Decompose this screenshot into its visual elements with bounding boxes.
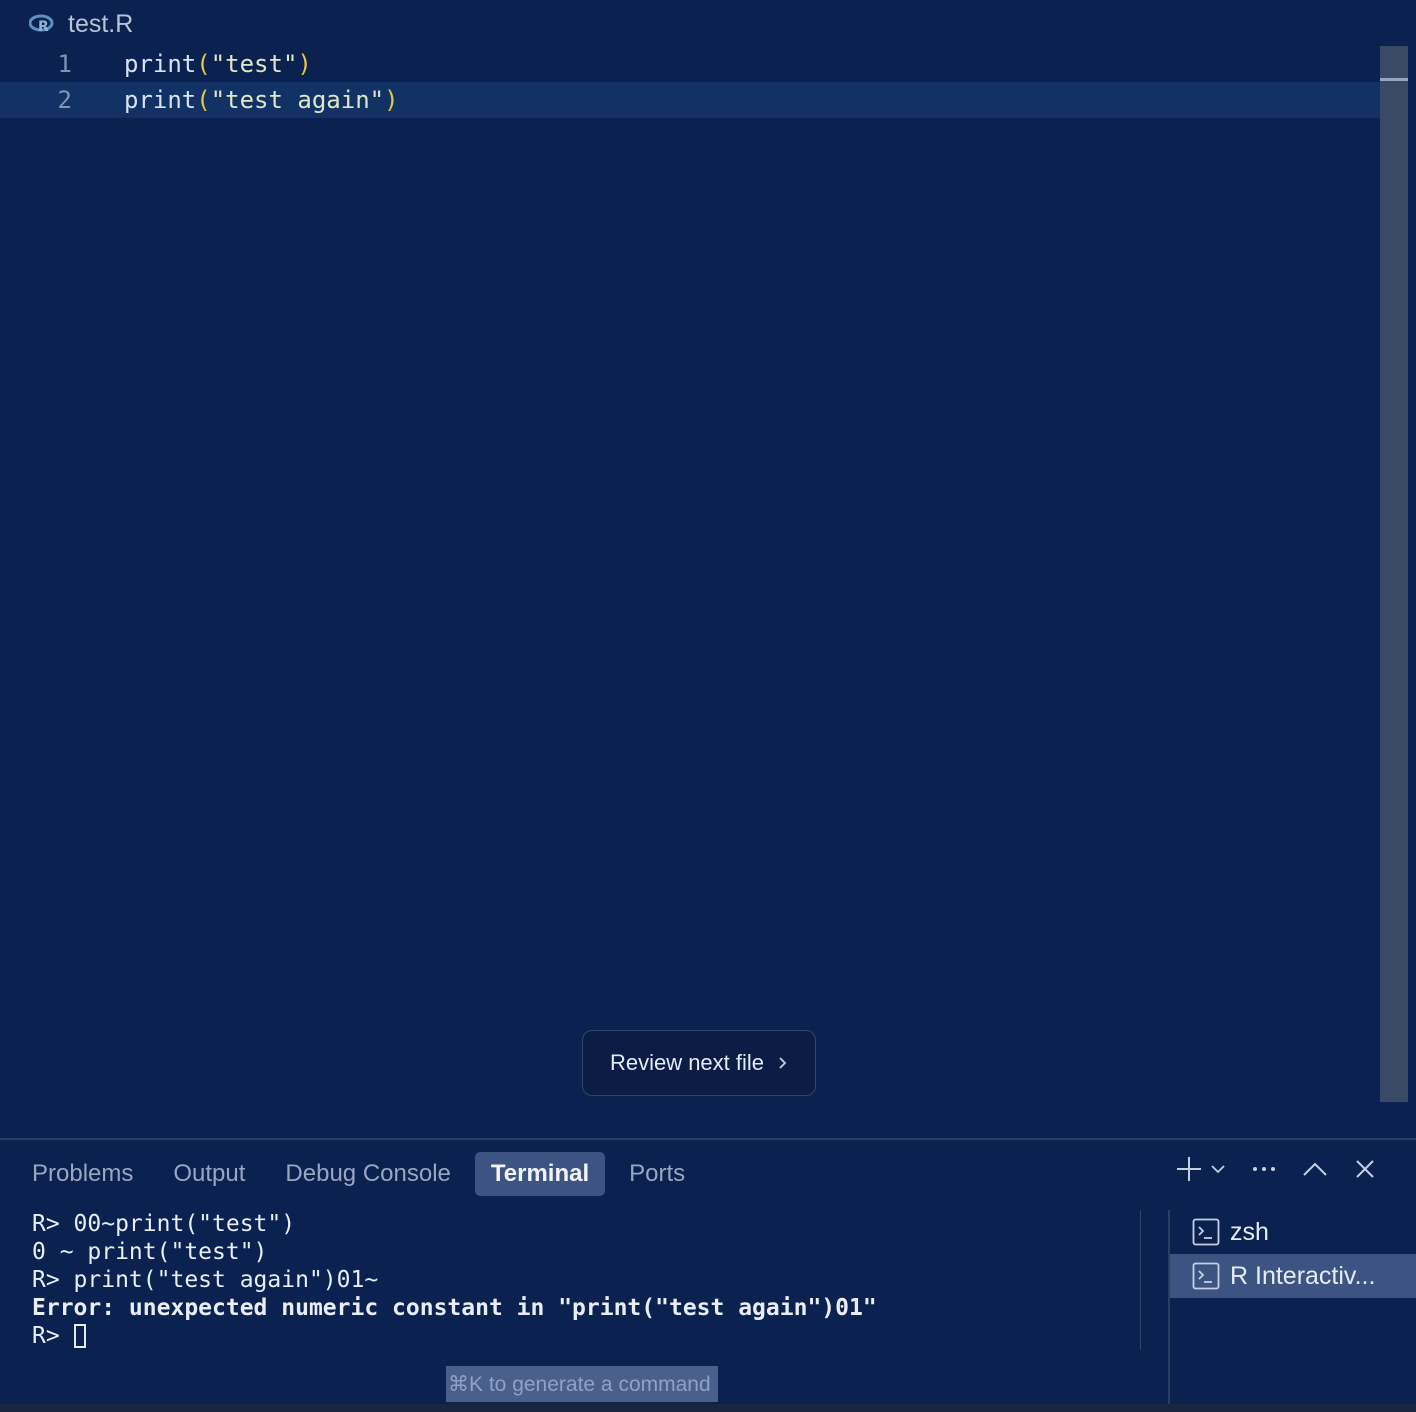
terminal-instance-zsh[interactable]: zsh: [1170, 1210, 1416, 1254]
terminal-instance-label: R Interactiv...: [1230, 1261, 1376, 1290]
maximize-panel-icon[interactable]: [1302, 1161, 1328, 1177]
tab-debug-console[interactable]: Debug Console: [265, 1152, 470, 1196]
line-number: 1: [57, 50, 72, 78]
string-literal: "test": [210, 50, 298, 78]
line-number: 2: [57, 86, 72, 114]
panel-tab-bar: Problems Output Debug Console Terminal P…: [0, 1152, 705, 1196]
editor-window: R test.R 1 print("test") 2 print("test a…: [0, 0, 1416, 1412]
chevron-down-icon[interactable]: [1210, 1163, 1226, 1175]
r-language-icon: R: [28, 13, 56, 35]
terminal-cursor: [73, 1324, 86, 1348]
terminal-line: R> 00~print("test"): [32, 1211, 296, 1237]
terminal-instance-list: zsh R Interactiv...: [1168, 1210, 1416, 1412]
terminal-icon: [1192, 1218, 1220, 1246]
scrollbar-cursor-marker: [1380, 78, 1408, 81]
terminal-instance-r-interactive[interactable]: R Interactiv...: [1170, 1254, 1416, 1298]
tab-terminal[interactable]: Terminal: [474, 1152, 606, 1196]
open-paren: (: [196, 50, 211, 78]
chevron-right-icon: [778, 1055, 788, 1071]
terminal-prompt: R>: [32, 1323, 74, 1349]
code-line[interactable]: 1 print("test"): [0, 46, 1380, 82]
code-text[interactable]: print("test again"): [124, 86, 399, 114]
string-literal: "test again": [210, 86, 385, 114]
svg-text:R: R: [38, 19, 49, 34]
code-text[interactable]: print("test"): [124, 50, 312, 78]
close-icon[interactable]: [1354, 1158, 1376, 1180]
terminal-line: 0 ~ print("test"): [32, 1239, 268, 1265]
code-line-active[interactable]: 2 print("test again"): [0, 82, 1380, 118]
function-name: print: [124, 86, 197, 114]
tab-output[interactable]: Output: [153, 1152, 265, 1196]
tab-problems[interactable]: Problems: [12, 1152, 153, 1196]
terminal-prompt-line[interactable]: R>: [32, 1322, 877, 1350]
review-next-file-button[interactable]: Review next file: [582, 1030, 816, 1096]
review-next-file-label: Review next file: [609, 1050, 765, 1075]
editor-scrollbar[interactable]: [1380, 46, 1408, 1102]
terminal-line: R> print("test again")01~: [32, 1267, 379, 1293]
tab-test-r[interactable]: R test.R: [28, 8, 133, 40]
terminal-icon: [1192, 1262, 1220, 1290]
terminal-divider: [1140, 1210, 1141, 1350]
open-paren: (: [196, 86, 211, 114]
generate-command-hint[interactable]: ⌘K to generate a command: [446, 1366, 718, 1402]
terminal-instance-label: zsh: [1230, 1217, 1269, 1246]
new-terminal-plus-icon[interactable]: [1174, 1154, 1204, 1184]
status-bar-edge: [0, 1404, 1416, 1412]
function-name: print: [124, 50, 197, 78]
editor-tab-bar: R test.R: [0, 0, 1416, 46]
tab-label: test.R: [68, 9, 134, 38]
panel-actions: [1174, 1154, 1376, 1184]
terminal-output[interactable]: R> 00~print("test") 0 ~ print("test") R> p…: [32, 1210, 877, 1350]
tab-ports[interactable]: Ports: [609, 1152, 705, 1196]
close-paren: ): [384, 86, 399, 114]
terminal-error-line: Error: unexpected numeric constant in "p…: [32, 1295, 877, 1321]
close-paren: ): [297, 50, 312, 78]
more-actions-icon[interactable]: [1252, 1165, 1276, 1173]
code-editor[interactable]: 1 print("test") 2 print("test again"): [0, 46, 1380, 1138]
